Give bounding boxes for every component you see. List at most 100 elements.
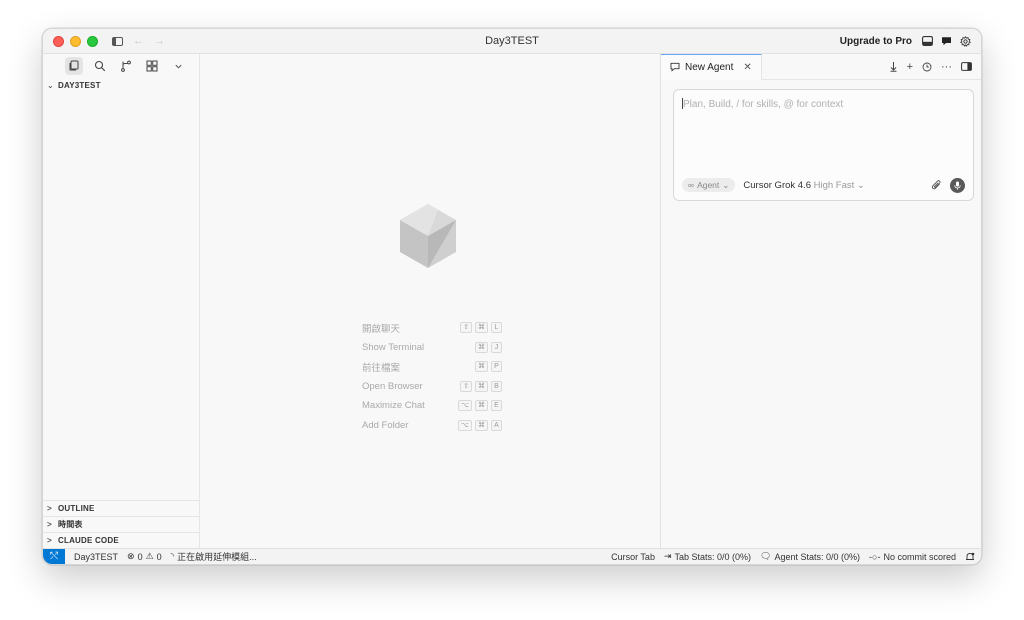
notifications-bell-icon[interactable] (965, 552, 975, 562)
more-views-chevron-icon[interactable] (169, 57, 187, 75)
chevron-right-icon: > (47, 536, 52, 545)
key-cap: ⌘ (475, 419, 488, 431)
warning-count: 0 (156, 551, 162, 562)
attach-paperclip-icon[interactable] (931, 179, 942, 191)
key-cap: ⌘ (475, 380, 488, 392)
source-control-icon[interactable] (117, 57, 135, 75)
chevron-down-icon: ⌄ (856, 179, 865, 191)
agent-panel: New Agent ✕ + ··· Plan, Build, / for ski… (660, 53, 981, 548)
cursor-logo-icon (400, 204, 456, 268)
shortcut-label: Add Folder (362, 419, 409, 431)
key-cap: P (491, 361, 502, 373)
status-problems[interactable]: ⊗ 0 ⚠ 0 (127, 551, 162, 562)
model-name: Cursor Grok 4.6 (743, 179, 811, 191)
key-cap (461, 342, 472, 353)
minimize-window-button[interactable] (70, 35, 81, 47)
commit-text: No commit scored (883, 551, 956, 562)
app-window: ← → Day3TEST Upgrade to Pro ⌄ DAY3TEST >… (42, 28, 982, 565)
settings-gear-icon[interactable] (960, 35, 971, 47)
shortcut-open-browser[interactable]: Open Browser ⇧ ⌘ B (362, 377, 502, 397)
sidebar-toggle-icon[interactable] (112, 36, 123, 46)
chevron-right-icon: > (47, 504, 52, 513)
key-cap: ⌘ (475, 361, 488, 373)
shortcut-open-chat[interactable]: 開啟聊天 ⇧ ⌘ L (362, 318, 502, 338)
title-bar: ← → Day3TEST Upgrade to Pro (43, 29, 981, 54)
status-agent-stats[interactable]: 🗨 Agent Stats: 0/0 (0%) (760, 551, 860, 562)
new-chat-plus-icon[interactable]: + (907, 61, 913, 73)
status-commit[interactable]: -○- No commit scored (869, 552, 956, 562)
maximize-window-button[interactable] (87, 35, 98, 47)
shortcut-label: 開啟聊天 (362, 323, 401, 335)
timeline-section-title: 時間表 (58, 520, 83, 529)
workspace-section-header[interactable]: ⌄ DAY3TEST (43, 78, 199, 92)
key-cap: ⌘ (475, 322, 488, 334)
loading-text: 正在啟用延伸模組... (177, 552, 257, 562)
key-cap: ⌥ (457, 419, 472, 431)
chevron-down-icon: ⌄ (722, 179, 730, 190)
chat-bubble-icon[interactable] (941, 36, 952, 46)
more-options-icon[interactable]: ··· (941, 61, 952, 73)
warning-icon: ⚠ (145, 551, 154, 561)
commit-icon: -○- (869, 551, 881, 562)
key-cap: B (491, 380, 502, 392)
agent-tab-bar: New Agent ✕ + ··· (661, 53, 981, 80)
panel-toggle-icon[interactable] (922, 36, 933, 46)
key-cap: ⌘ (475, 400, 488, 412)
key-cap: ⌘ (475, 341, 488, 353)
history-clock-icon[interactable] (922, 62, 932, 72)
status-extension-loading: ◝ 正在啟用延伸模組... (171, 550, 257, 563)
model-variant: High Fast (813, 179, 855, 191)
scroll-to-bottom-icon[interactable] (889, 61, 898, 72)
sidebar-bottom-sections: > OUTLINE > 時間表 > CLAUDE CODE (43, 500, 199, 548)
remote-connection-icon[interactable]: ⤲ (43, 548, 65, 564)
extensions-icon[interactable] (143, 57, 161, 75)
agent-chat-input[interactable]: Plan, Build, / for skills, @ for context… (673, 89, 974, 201)
toggle-panel-icon[interactable] (961, 62, 972, 71)
search-icon[interactable] (91, 57, 109, 75)
key-cap: A (491, 419, 502, 431)
loading-spinner-icon: ◝ (170, 551, 175, 561)
model-selector[interactable]: Cursor Grok 4.6 High Fast ⌄ (743, 180, 864, 191)
shortcut-go-to-file[interactable]: 前往檔案 ⌘ P (362, 357, 502, 377)
key-cap: J (491, 341, 502, 353)
status-bar: ⤲ Day3TEST ⊗ 0 ⚠ 0 ◝ 正在啟用延伸模組... Cursor … (43, 548, 981, 564)
shortcut-maximize-chat[interactable]: Maximize Chat ⌥ ⌘ E (362, 396, 502, 416)
key-cap: ⇧ (460, 322, 472, 334)
shortcut-label: Open Browser (362, 380, 423, 392)
shortcut-show-terminal[interactable]: Show Terminal ⌘ J (362, 338, 502, 358)
explorer-files-icon[interactable] (65, 57, 83, 75)
forward-arrow-icon[interactable]: → (154, 35, 165, 47)
key-cap: ⌥ (457, 400, 472, 412)
key-cap: ⇧ (460, 380, 472, 392)
agent-mode-selector[interactable]: ∞ Agent ⌄ (682, 178, 736, 192)
chat-input-placeholder: Plan, Build, / for skills, @ for context (682, 98, 844, 110)
chat-input-footer: ∞ Agent ⌄ Cursor Grok 4.6 High Fast ⌄ (682, 177, 965, 193)
key-cap (461, 361, 472, 372)
close-icon[interactable]: ✕ (743, 62, 751, 73)
tab-stats-text: Tab Stats: 0/0 (0%) (674, 551, 752, 562)
chat-icon (670, 62, 680, 72)
shortcut-label: Show Terminal (362, 341, 425, 353)
tab-label: New Agent (685, 61, 734, 73)
status-cursor-tab[interactable]: Cursor Tab (611, 552, 655, 562)
microphone-icon[interactable] (950, 177, 965, 193)
status-tab-stats[interactable]: ⇥ Tab Stats: 0/0 (0%) (664, 551, 751, 562)
key-cap: E (491, 400, 502, 412)
close-window-button[interactable] (53, 35, 64, 47)
shortcut-list: 開啟聊天 ⇧ ⌘ L Show Terminal ⌘ J 前往檔案 ⌘ P Op… (362, 318, 502, 435)
claude-code-section-header[interactable]: > CLAUDE CODE (43, 532, 199, 548)
workspace-section-title: DAY3TEST (58, 80, 101, 90)
editor-area: 開啟聊天 ⇧ ⌘ L Show Terminal ⌘ J 前往檔案 ⌘ P Op… (200, 54, 660, 548)
sidebar: ⌄ DAY3TEST > OUTLINE > 時間表 > CLAUDE CODE (43, 54, 200, 548)
upgrade-to-pro-button[interactable]: Upgrade to Pro (840, 36, 912, 47)
tab-new-agent[interactable]: New Agent ✕ (661, 53, 762, 80)
shortcut-add-folder[interactable]: Add Folder ⌥ ⌘ A (362, 416, 502, 436)
key-cap: L (491, 322, 502, 334)
agent-chat-icon: 🗨 (760, 551, 772, 561)
window-controls (53, 35, 98, 47)
timeline-section-header[interactable]: > 時間表 (43, 516, 199, 532)
back-arrow-icon[interactable]: ← (133, 35, 144, 47)
error-count: 0 (137, 551, 143, 562)
status-workspace-name[interactable]: Day3TEST (74, 552, 118, 562)
outline-section-header[interactable]: > OUTLINE (43, 500, 199, 516)
